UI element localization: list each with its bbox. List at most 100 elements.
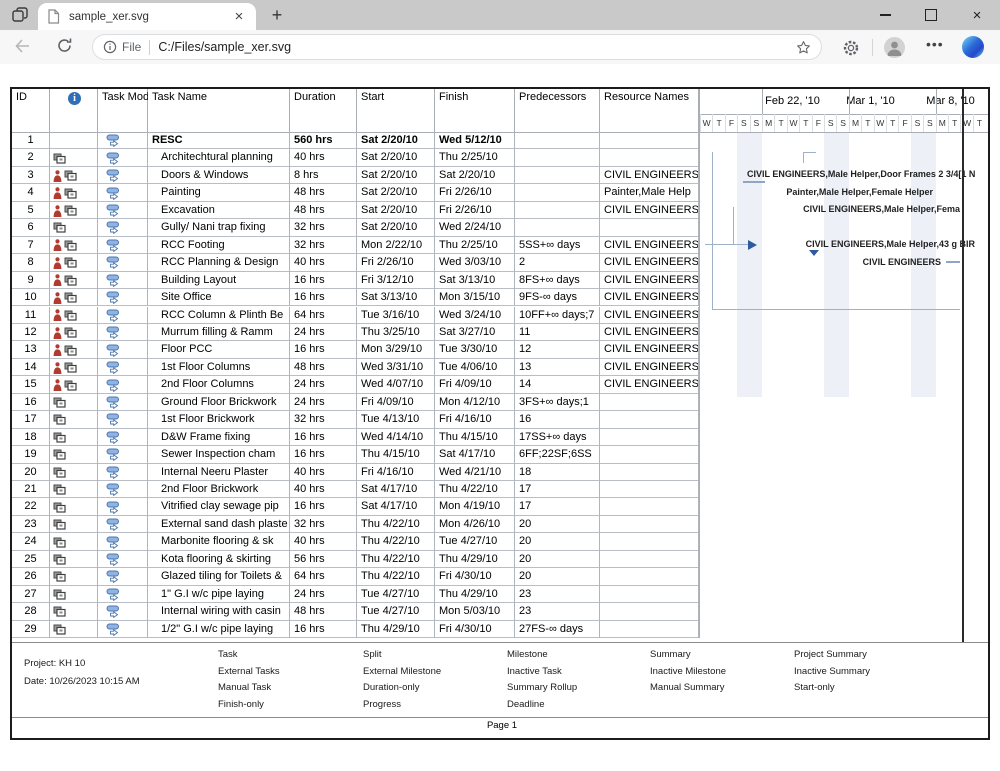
browser-tab[interactable]: sample_xer.svg ×: [38, 3, 256, 30]
gantt-link-line: [712, 152, 713, 309]
url-text[interactable]: C:/Files/sample_xer.svg: [158, 40, 796, 54]
workspaces-icon[interactable]: [10, 5, 32, 25]
duration-cell: 64 hrs: [290, 568, 357, 585]
indicators-cell: [50, 149, 98, 166]
task-id: 1: [12, 132, 50, 149]
resources-cell: CIVIL ENGINEERS,M: [600, 202, 699, 219]
task-mode-cell: [98, 516, 148, 533]
indicators-cell: [50, 359, 98, 376]
manual-task-mode-icon: [106, 379, 120, 392]
task-mode-cell: [98, 464, 148, 481]
resources-cell: [600, 621, 699, 638]
assignment-case-icon: [53, 397, 66, 408]
table-row: 4 Painting 48 hrs Sat 2/20/10 Fri 2/26/1…: [12, 184, 699, 201]
start-cell: Tue 4/27/10: [357, 586, 435, 603]
task-bar: [743, 181, 765, 183]
table-row: 17 1st Floor Brickwork 32 hrs Tue 4/13/1…: [12, 411, 699, 428]
resources-cell: CIVIL ENGINEERS,M: [600, 341, 699, 358]
finish-cell: Wed 2/24/10: [435, 219, 515, 236]
task-name-cell: Site Office: [148, 289, 290, 306]
back-icon[interactable]: [14, 38, 31, 59]
table-row: 11 RCC Column & Plinth Be 64 hrs Tue 3/1…: [12, 307, 699, 324]
indicators-cell: [50, 394, 98, 411]
browser-essentials-icon[interactable]: [840, 37, 862, 59]
task-id: 5: [12, 202, 50, 219]
task-name-cell: Doors & Windows: [148, 167, 290, 184]
duration-cell: 24 hrs: [290, 376, 357, 393]
start-cell: Thu 4/22/10: [357, 533, 435, 550]
finish-cell: Fri 4/30/10: [435, 568, 515, 585]
task-name-cell: 1" G.I w/c pipe laying: [148, 586, 290, 603]
day-letter: F: [898, 114, 910, 132]
indicators-cell: [50, 254, 98, 271]
start-cell: Mon 3/29/10: [357, 341, 435, 358]
new-tab-button[interactable]: +: [266, 4, 288, 26]
address-toolbar: File C:/Files/sample_xer.svg •••: [0, 30, 1000, 65]
task-id: 9: [12, 272, 50, 289]
task-id: 4: [12, 184, 50, 201]
legend-label: External Milestone: [363, 666, 441, 677]
assignment-case-icon: [53, 571, 66, 582]
task-name-cell: 1st Floor Columns: [148, 359, 290, 376]
manual-task-mode-icon: [106, 413, 120, 426]
start-cell: Sat 3/13/10: [357, 289, 435, 306]
task-name-cell: Painting: [148, 184, 290, 201]
report-date-label: Date: 10/26/2023 10:15 AM: [24, 676, 140, 687]
table-row: 12 Murrum filling & Ramm 24 hrs Thu 3/25…: [12, 324, 699, 341]
finish-cell: Thu 4/29/10: [435, 551, 515, 568]
finish-cell: Fri 2/26/10: [435, 202, 515, 219]
address-bar[interactable]: File C:/Files/sample_xer.svg: [92, 34, 822, 60]
close-button[interactable]: ×: [954, 0, 1000, 30]
more-menu-icon[interactable]: •••: [926, 36, 944, 52]
task-id: 11: [12, 307, 50, 324]
overallocated-resource-icon: [53, 379, 62, 391]
duration-cell: 16 hrs: [290, 498, 357, 515]
table-row: 23 External sand dash plaste 32 hrs Thu …: [12, 516, 699, 533]
finish-cell: Mon 4/12/10: [435, 394, 515, 411]
gantt-link-line: [803, 152, 804, 163]
start-cell: Fri 3/12/10: [357, 272, 435, 289]
week-label: Mar 1, '10: [827, 95, 914, 107]
refresh-icon[interactable]: [56, 37, 73, 59]
profile-avatar[interactable]: [884, 37, 905, 58]
start-cell: Sat 2/20/10: [357, 167, 435, 184]
task-mode-cell: [98, 289, 148, 306]
finish-cell: Fri 4/09/10: [435, 376, 515, 393]
day-letter: W: [874, 114, 886, 132]
start-cell: Tue 3/16/10: [357, 307, 435, 324]
tab-close-icon[interactable]: ×: [231, 9, 247, 24]
duration-cell: 32 hrs: [290, 516, 357, 533]
table-row: 10 Site Office 16 hrs Sat 3/13/10 Mon 3/…: [12, 289, 699, 306]
col-header-id: ID: [12, 89, 50, 132]
resources-cell: CIVIL ENGINEERS,M: [600, 359, 699, 376]
legend-label: Start-only: [794, 682, 835, 693]
maximize-button[interactable]: [908, 0, 954, 30]
task-mode-cell: [98, 272, 148, 289]
task-id: 21: [12, 481, 50, 498]
indicators-cell: [50, 429, 98, 446]
predecessors-cell: [515, 149, 600, 166]
resources-cell: [600, 446, 699, 463]
finish-cell: Wed 4/21/10: [435, 464, 515, 481]
favorite-star-icon[interactable]: [796, 40, 811, 55]
finish-cell: Wed 5/12/10: [435, 132, 515, 149]
start-cell: Sat 2/20/10: [357, 219, 435, 236]
duration-cell: 16 hrs: [290, 446, 357, 463]
manual-task-mode-icon: [106, 483, 120, 496]
task-id: 14: [12, 359, 50, 376]
table-row: 1 RESC 560 hrs Sat 2/20/10 Wed 5/12/10: [12, 132, 699, 149]
task-name-cell: Architechtural planning: [148, 149, 290, 166]
finish-cell: Tue 3/30/10: [435, 341, 515, 358]
copilot-icon[interactable]: [962, 36, 984, 58]
minimize-button[interactable]: [862, 0, 908, 30]
day-letter: T: [861, 114, 873, 132]
manual-task-mode-icon: [106, 605, 120, 618]
legend-label: Deadline: [507, 699, 545, 710]
info-page-icon[interactable]: [103, 40, 117, 54]
assignment-case-icon: [53, 414, 66, 425]
task-name-cell: Excavation: [148, 202, 290, 219]
resources-cell: CIVIL ENGINEERS,M: [600, 289, 699, 306]
task-mode-cell: [98, 167, 148, 184]
legend-label: Summary: [650, 649, 691, 660]
resource-annotation: CIVIL ENGINEERS: [863, 257, 941, 267]
